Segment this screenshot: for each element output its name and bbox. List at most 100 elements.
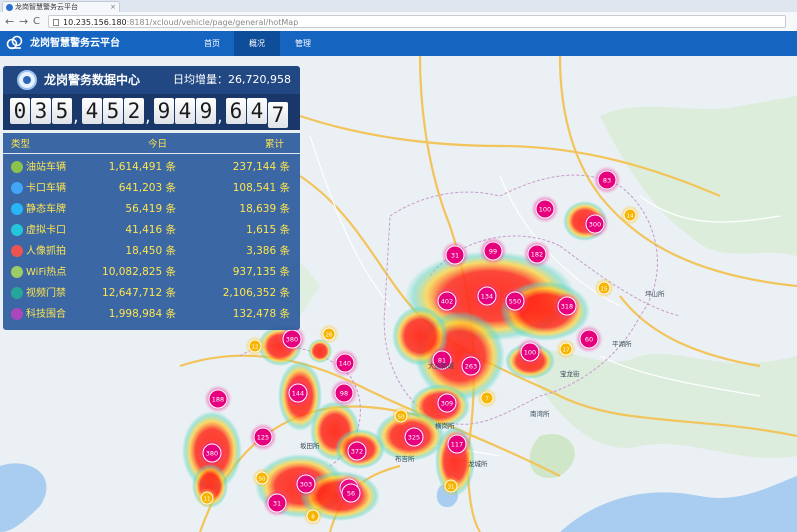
- cluster-marker[interactable]: 17: [556, 339, 576, 359]
- cloud-logo-icon: [6, 35, 23, 50]
- app-title: 龙岗智慧警务云平台: [30, 38, 120, 49]
- cluster-marker[interactable]: 140: [331, 349, 359, 377]
- cluster-count: 325: [408, 434, 420, 442]
- cluster-count: 140: [339, 360, 351, 368]
- data-center-panel: 龙岗警务数据中心 日均增量：26,720,958 035,452,949,647…: [3, 66, 300, 330]
- cluster-count: 380: [286, 336, 298, 344]
- reload-icon[interactable]: C: [33, 15, 40, 28]
- police-emblem-icon: [17, 70, 37, 90]
- url-input[interactable]: 10.235.156.180:8181/xcloud/vehicle/page/…: [48, 15, 786, 28]
- cluster-marker[interactable]: 8: [303, 506, 323, 526]
- table-row: WiFi热点 10,082,825 条 937,135 条: [3, 262, 300, 283]
- cluster-marker[interactable]: 26: [319, 324, 339, 344]
- forward-icon[interactable]: →: [19, 15, 28, 28]
- row-type: 静态车牌: [26, 204, 66, 215]
- cluster-count: 26: [326, 333, 333, 339]
- counter-digit: 4: [82, 98, 102, 124]
- counter-digit: 3: [31, 98, 51, 124]
- counter-digit: 0: [10, 98, 30, 124]
- cluster-marker[interactable]: 318: [553, 292, 581, 320]
- cluster-count: 303: [300, 481, 312, 489]
- cluster-marker[interactable]: 11: [197, 488, 217, 508]
- cluster-marker[interactable]: 99: [479, 237, 507, 265]
- cluster-count: 50: [259, 477, 266, 483]
- counter-digit: 9: [154, 98, 174, 124]
- cluster-count: 134: [481, 293, 493, 301]
- counter-digit: 7: [268, 102, 288, 128]
- gate-icon: [11, 224, 23, 236]
- row-type: 人像抓拍: [26, 246, 66, 257]
- page-icon: [53, 19, 59, 26]
- plate-icon: [11, 203, 23, 215]
- header-type: 类型: [11, 139, 31, 150]
- table-row: 油站车辆 1,614,491 条 237,144 条: [3, 157, 300, 178]
- row-total: 2,106,352 条: [222, 287, 290, 299]
- counter-digit: 4: [175, 98, 195, 124]
- cluster-marker[interactable]: 50: [252, 468, 272, 488]
- cluster-marker[interactable]: 15: [594, 278, 614, 298]
- cluster-marker[interactable]: 125: [249, 423, 277, 451]
- favicon-icon: [6, 4, 13, 11]
- cluster-marker[interactable]: 31: [441, 241, 469, 269]
- cluster-count: 56: [347, 490, 355, 498]
- cluster-marker[interactable]: 14: [620, 205, 640, 225]
- cluster-marker[interactable]: 56: [337, 479, 365, 507]
- place-label: 龙城所: [468, 459, 488, 468]
- place-label: 平湖所: [612, 339, 632, 348]
- total-counter: 035,452,949,647: [3, 94, 300, 130]
- wifi-icon: [11, 266, 23, 278]
- table-row: 静态车牌 56,419 条 18,639 条: [3, 199, 300, 220]
- row-today: 41,416 条: [125, 224, 176, 236]
- place-label: 横岗所: [435, 421, 455, 430]
- cluster-count: 144: [292, 390, 304, 398]
- cluster-marker[interactable]: 372: [343, 437, 371, 465]
- cluster-marker[interactable]: 300: [581, 210, 609, 238]
- cluster-count: 8: [311, 515, 315, 521]
- row-today: 56,419 条: [125, 203, 176, 215]
- cluster-marker[interactable]: 325: [400, 423, 428, 451]
- nav-manage[interactable]: 管理: [280, 31, 326, 56]
- row-total: 237,144 条: [232, 161, 290, 173]
- cluster-marker[interactable]: 144: [284, 379, 312, 407]
- cluster-count: 98: [340, 390, 348, 398]
- panel-title: 龙岗警务数据中心: [44, 73, 141, 87]
- cluster-marker[interactable]: 100: [516, 338, 544, 366]
- close-tab-icon[interactable]: ×: [110, 2, 116, 12]
- header-today: 今日: [148, 139, 168, 150]
- row-type: 油站车辆: [26, 162, 66, 173]
- browser-tab[interactable]: 龙岗智慧警务云平台 ×: [2, 1, 120, 12]
- place-label: 布吉所: [395, 454, 415, 463]
- cluster-marker[interactable]: 263: [457, 352, 485, 380]
- counter-separator: ,: [217, 106, 223, 127]
- nav-overview[interactable]: 概况: [234, 31, 280, 56]
- place-label: 坂田所: [300, 441, 320, 450]
- cluster-count: 31: [451, 252, 459, 260]
- row-today: 12,647,712 条: [102, 287, 176, 299]
- cluster-marker[interactable]: 182: [523, 240, 551, 268]
- cluster-marker[interactable]: 31: [441, 476, 461, 496]
- cluster-count: 83: [603, 177, 611, 185]
- cluster-marker[interactable]: 309: [433, 389, 461, 417]
- cluster-count: 7: [485, 397, 489, 403]
- cluster-marker[interactable]: 50: [391, 406, 411, 426]
- nav-home[interactable]: 首页: [190, 31, 234, 56]
- cluster-marker[interactable]: 12: [245, 336, 265, 356]
- cluster-marker[interactable]: 60: [575, 325, 603, 353]
- cluster-marker[interactable]: 134: [473, 282, 501, 310]
- cluster-count: 17: [563, 348, 570, 354]
- cluster-marker[interactable]: 83: [593, 166, 621, 194]
- back-icon[interactable]: ←: [5, 15, 14, 28]
- cluster-marker[interactable]: 98: [330, 379, 358, 407]
- face-icon: [11, 245, 23, 257]
- cluster-marker[interactable]: 303: [292, 470, 320, 498]
- cluster-marker[interactable]: 7: [477, 388, 497, 408]
- cluster-marker[interactable]: 31: [263, 489, 291, 517]
- cluster-marker[interactable]: 380: [198, 439, 226, 467]
- cluster-count: 60: [585, 336, 593, 344]
- cluster-marker[interactable]: 550: [501, 287, 529, 315]
- row-today: 18,450 条: [125, 245, 176, 257]
- cluster-marker[interactable]: 188: [204, 385, 232, 413]
- cluster-marker[interactable]: 117: [443, 430, 471, 458]
- cluster-marker[interactable]: 402: [433, 287, 461, 315]
- cluster-marker[interactable]: 100: [531, 195, 559, 223]
